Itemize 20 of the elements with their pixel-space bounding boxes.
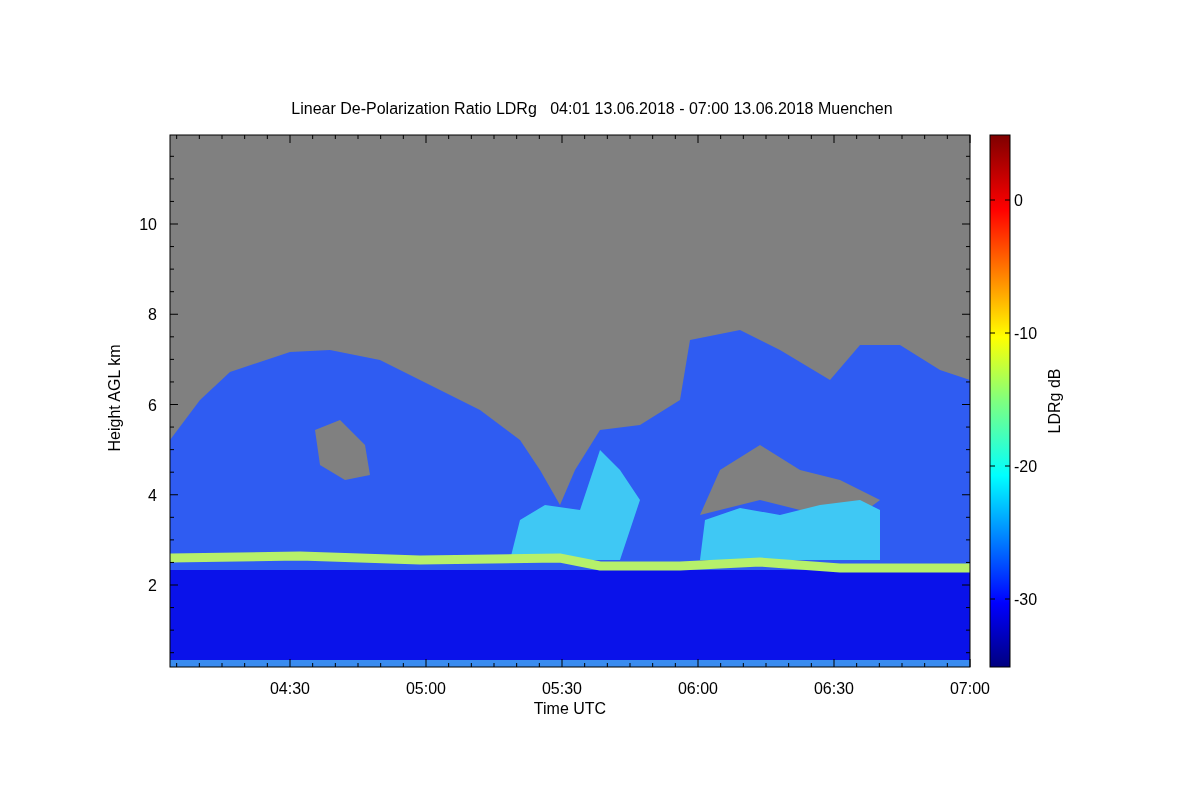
colorbar-tick-label: -20 bbox=[1014, 458, 1038, 475]
tick-label: 8 bbox=[148, 306, 157, 324]
plot-title: Linear De-Polarization Ratio LDRg 04:01 13.06.2018 - 07:00 13.06.2018 Muenchen bbox=[291, 100, 893, 117]
tick-label: 10 bbox=[139, 216, 157, 233]
colorbar-label: LDRg dB bbox=[1046, 368, 1063, 434]
tick-label: 07:00 bbox=[950, 680, 990, 697]
tick-label: 05:00 bbox=[406, 680, 446, 697]
colorbar-tick-label: -30 bbox=[1014, 591, 1038, 608]
tick-label: 04:30 bbox=[270, 680, 310, 697]
colorbar-tick-label: -10 bbox=[1014, 325, 1038, 342]
tick-label: 06:00 bbox=[678, 680, 718, 697]
x-axis-label: Time UTC bbox=[533, 700, 607, 717]
tick-label: 06:30 bbox=[814, 680, 854, 697]
tick-label: 2 bbox=[148, 577, 157, 594]
tick-label: 4 bbox=[148, 486, 157, 504]
clear-gap bbox=[315, 420, 370, 480]
colorbar-tick-label: 0 bbox=[1014, 192, 1023, 209]
tick-label: 05:30 bbox=[542, 680, 582, 697]
y-axis-label: Height AGL km bbox=[106, 344, 123, 452]
tick-label: 6 bbox=[148, 396, 157, 414]
